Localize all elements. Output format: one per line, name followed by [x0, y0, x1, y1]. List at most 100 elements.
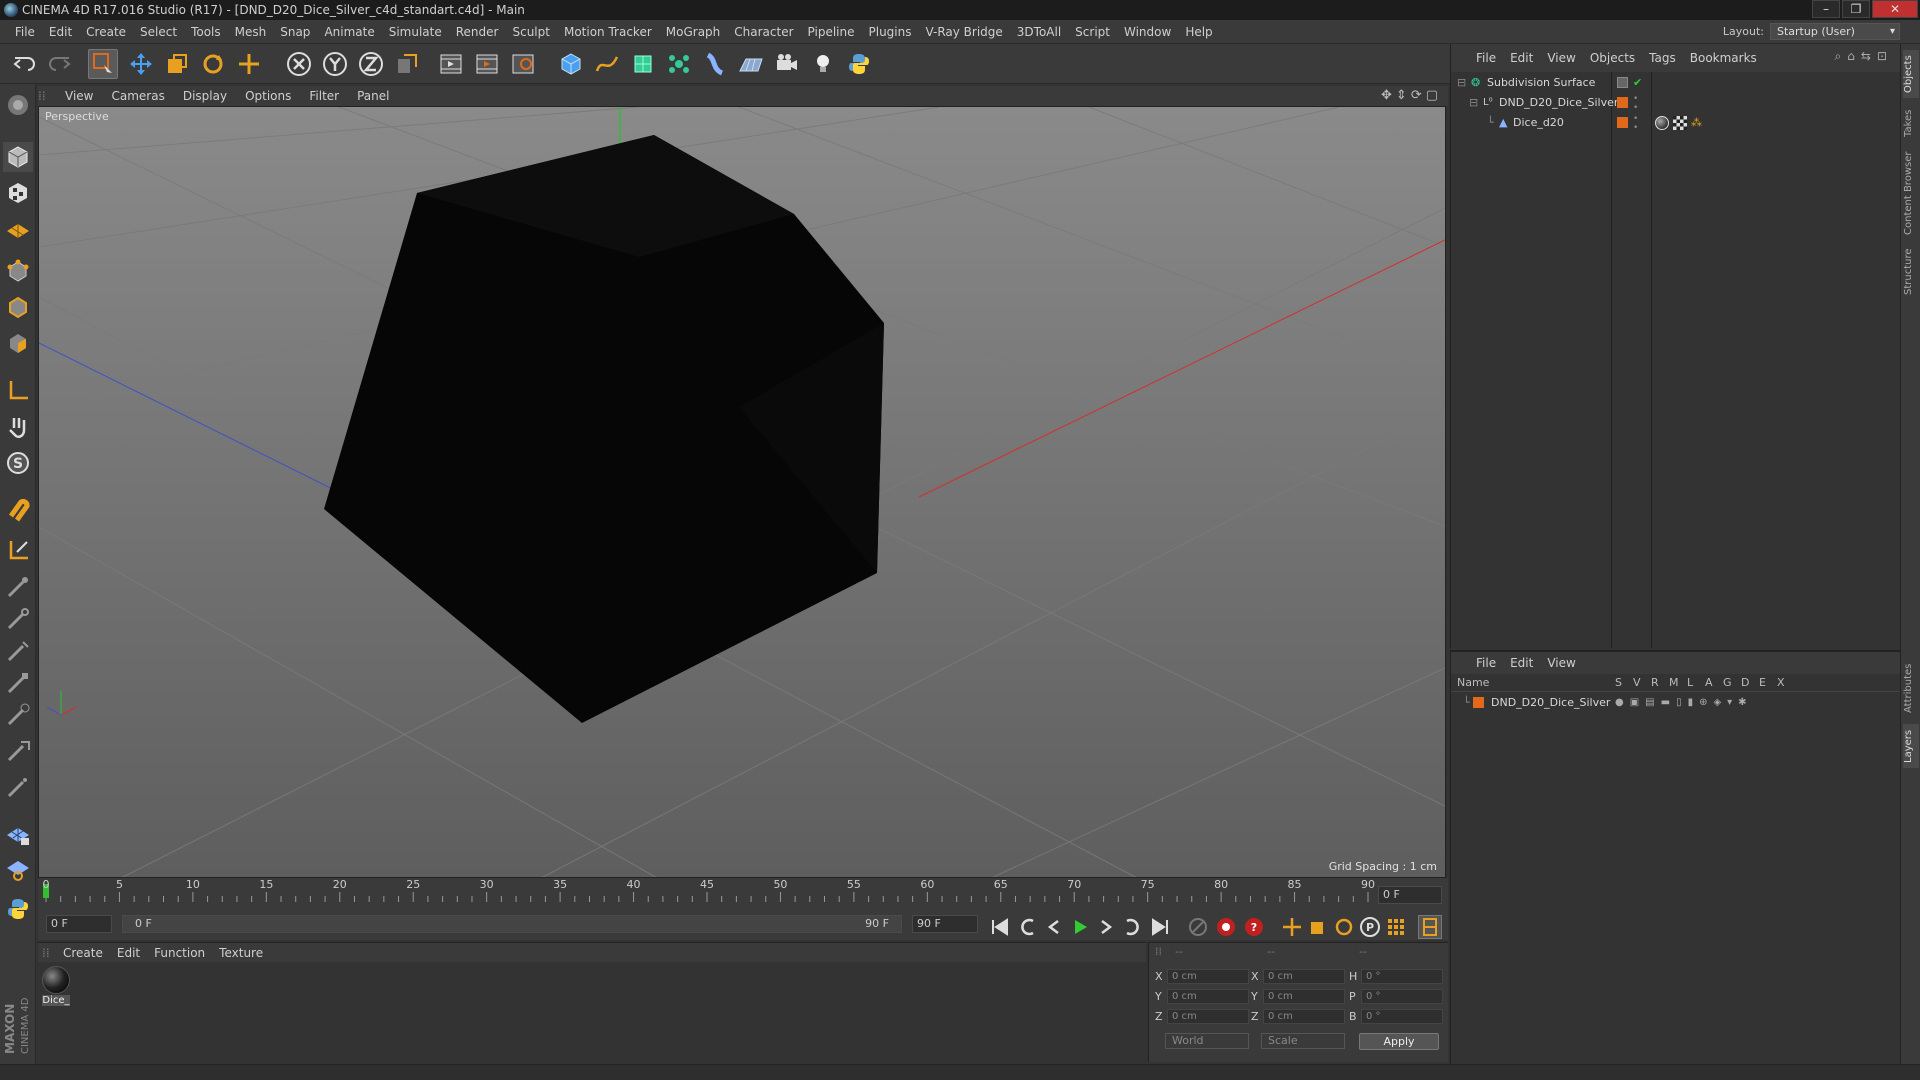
visibility-dots-icon[interactable]: • •	[1633, 95, 1638, 113]
record-active-icon[interactable]	[1214, 915, 1238, 939]
end-frame-field[interactable]: 90 F	[912, 915, 978, 933]
size-y-field[interactable]: 0 cm	[1263, 989, 1345, 1004]
next-frame-icon[interactable]	[1094, 915, 1118, 939]
viewport-menu-display[interactable]: Display	[174, 86, 236, 106]
object-menu-objects[interactable]: Objects	[1583, 48, 1642, 68]
menu-3dtoall[interactable]: 3DToAll	[1010, 20, 1068, 44]
render-view-icon[interactable]	[436, 49, 466, 79]
render-settings-icon[interactable]	[508, 49, 538, 79]
column-generators[interactable]: G	[1723, 676, 1732, 689]
tab-takes[interactable]: Takes	[1903, 104, 1919, 142]
axis-mode-icon[interactable]	[3, 376, 33, 406]
viewport-menu-panel[interactable]: Panel	[348, 86, 398, 106]
column-deformers[interactable]: D	[1741, 676, 1749, 689]
record-off-icon[interactable]	[1186, 915, 1210, 939]
move-icon[interactable]	[126, 49, 156, 79]
layout-dropdown[interactable]: Startup (User)	[1770, 23, 1900, 40]
next-keyframe-icon[interactable]	[1120, 915, 1144, 939]
object-menu-file[interactable]: File	[1469, 48, 1503, 68]
python-generator-icon[interactable]	[3, 894, 33, 924]
menu-character[interactable]: Character	[727, 20, 800, 44]
tweak-mode-icon[interactable]	[3, 412, 33, 442]
menu-motion-tracker[interactable]: Motion Tracker	[557, 20, 659, 44]
column-render[interactable]: R	[1651, 676, 1659, 689]
texture-mode-icon[interactable]	[3, 178, 33, 208]
tab-objects[interactable]: Objects	[1903, 50, 1919, 98]
column-xrefs[interactable]: X	[1777, 676, 1785, 689]
last-tool-icon[interactable]	[234, 49, 264, 79]
make-editable-icon[interactable]	[3, 90, 33, 120]
scale-icon[interactable]	[162, 49, 192, 79]
frame-range-slider[interactable]: 0 F 90 F	[122, 915, 902, 933]
menu-mesh[interactable]: Mesh	[228, 20, 274, 44]
column-view[interactable]: V	[1633, 676, 1641, 689]
menu-window[interactable]: Window	[1117, 20, 1178, 44]
start-frame-field[interactable]: 0 F	[46, 915, 112, 933]
enabled-check-icon[interactable]: ✔	[1633, 74, 1642, 92]
3d-viewport[interactable]: Perspective Grid Spacing : 1 cm	[38, 106, 1446, 878]
menu-pipeline[interactable]: Pipeline	[801, 20, 862, 44]
menu-select[interactable]: Select	[133, 20, 184, 44]
object-menu-bookmarks[interactable]: Bookmarks	[1683, 48, 1764, 68]
visibility-dots-icon[interactable]: • •	[1633, 115, 1638, 133]
object-menu-view[interactable]: View	[1540, 48, 1582, 68]
coordinate-mode-dropdown[interactable]: World	[1165, 1033, 1249, 1049]
key-rotation-icon[interactable]	[1332, 915, 1356, 939]
size-x-field[interactable]: 0 cm	[1263, 969, 1345, 984]
layer-row[interactable]: └ DND_D20_Dice_Silver ●▣▤▬▯▮⊕◈▾✱	[1451, 694, 1901, 712]
undo-icon[interactable]	[10, 49, 40, 79]
menu-sculpt[interactable]: Sculpt	[505, 20, 556, 44]
coordinate-system-icon[interactable]	[392, 49, 422, 79]
material-menu-create[interactable]: Create	[56, 943, 110, 963]
viewport-menu-filter[interactable]: Filter	[300, 86, 348, 106]
menu-edit[interactable]: Edit	[42, 20, 79, 44]
python-icon[interactable]	[844, 49, 874, 79]
menu-help[interactable]: Help	[1178, 20, 1219, 44]
material-menu-edit[interactable]: Edit	[110, 943, 147, 963]
x-axis-icon[interactable]	[284, 49, 314, 79]
menu-animate[interactable]: Animate	[317, 20, 381, 44]
panel-grip-icon[interactable]: ⁞⁞	[38, 89, 56, 103]
apply-button[interactable]: Apply	[1359, 1033, 1439, 1050]
previous-keyframe-icon[interactable]	[1016, 915, 1040, 939]
viewport-menu-options[interactable]: Options	[236, 86, 300, 106]
object-menu-tags[interactable]: Tags	[1642, 48, 1683, 68]
locked-axis-icon[interactable]	[3, 536, 33, 566]
redo-icon[interactable]	[44, 49, 74, 79]
menu-file[interactable]: File	[8, 20, 42, 44]
column-animation[interactable]: A	[1705, 676, 1713, 689]
column-locked[interactable]: L	[1687, 676, 1693, 689]
subdivision-icon[interactable]	[628, 49, 658, 79]
phong-tag-icon[interactable]: ⁂	[1691, 114, 1702, 132]
transform-mode-dropdown[interactable]: Scale	[1261, 1033, 1345, 1049]
spline-pen-icon[interactable]	[592, 49, 622, 79]
column-solo[interactable]: S	[1615, 676, 1622, 689]
rotation-p-field[interactable]: 0 °	[1361, 989, 1443, 1004]
camera-icon[interactable]	[772, 49, 802, 79]
object-menu-edit[interactable]: Edit	[1503, 48, 1540, 68]
tab-attributes[interactable]: Attributes	[1903, 658, 1919, 718]
viewport-menu-cameras[interactable]: Cameras	[102, 86, 173, 106]
light-icon[interactable]	[808, 49, 838, 79]
current-frame-field[interactable]: 0 F	[1378, 886, 1442, 904]
object-row-subdivision-surface[interactable]: ⊟ ❂ Subdivision Surface ✔	[1451, 74, 1901, 92]
layer-swatch[interactable]	[1617, 97, 1628, 108]
tab-layers[interactable]: Layers	[1903, 724, 1919, 768]
edges-mode-icon[interactable]	[3, 292, 33, 322]
sculpt-brush-4-icon[interactable]	[3, 668, 33, 698]
menu-plugins[interactable]: Plugins	[862, 20, 919, 44]
key-position-icon[interactable]	[1280, 915, 1304, 939]
sculpt-brush-1-icon[interactable]	[3, 572, 33, 602]
rotate-icon[interactable]	[198, 49, 228, 79]
rotation-b-field[interactable]: 0 °	[1361, 1009, 1443, 1024]
play-forward-icon[interactable]	[1068, 915, 1092, 939]
texture-tag-icon[interactable]	[1673, 116, 1687, 130]
layer-color-swatch[interactable]	[1473, 697, 1484, 708]
layer-menu-file[interactable]: File	[1469, 653, 1503, 673]
object-manager-search-icons[interactable]: ⌕⌂⇆⊡	[1835, 49, 1893, 64]
workplane-align-icon[interactable]	[3, 854, 33, 884]
material-item[interactable]: Dice_	[42, 966, 70, 1006]
position-z-field[interactable]: 0 cm	[1167, 1009, 1249, 1024]
render-picture-viewer-icon[interactable]	[472, 49, 502, 79]
polygons-mode-icon[interactable]	[3, 328, 33, 358]
